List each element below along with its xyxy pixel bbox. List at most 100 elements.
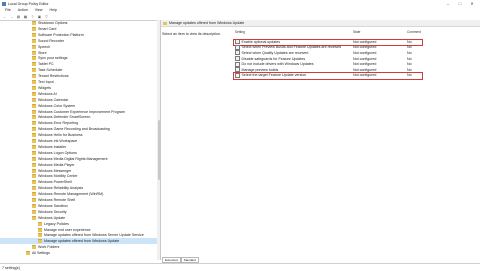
close-icon[interactable]: ✕ (466, 0, 478, 7)
properties-icon[interactable]: ▦ (23, 14, 28, 19)
tree-scrollbar[interactable] (157, 20, 160, 260)
right-pane-title: Manage updates offered from Windows Upda… (169, 21, 245, 25)
folder-icon (32, 186, 36, 191)
folder-icon (163, 21, 167, 25)
tree-item-label: Windows AI (38, 91, 57, 96)
folder-icon (32, 156, 36, 161)
tree-item-label: Windows Remote Shell (38, 198, 76, 202)
folder-icon (32, 209, 36, 214)
comment-cell: No (407, 62, 412, 67)
state-cell: Not configured (353, 50, 377, 55)
tree-item-label: Manage updates offered from Windows Serv… (44, 233, 144, 238)
folder-icon (32, 97, 36, 102)
scrollbar-thumb[interactable] (157, 120, 160, 180)
folder-icon (32, 50, 36, 55)
setting-cell: Do not include drivers with Windows Upda… (233, 61, 351, 67)
show-hide-tree-icon[interactable]: ▤ (16, 14, 21, 19)
right-pane-header: Manage updates offered from Windows Upda… (161, 20, 480, 27)
setting-cell: Select when Quality Updates are received (233, 50, 351, 56)
tree-item-label: Windows Media Digital Rights Management (38, 156, 108, 161)
column-header-setting[interactable]: Setting (235, 30, 245, 34)
policy-setting-icon (235, 50, 240, 56)
tree-item-label: Store (38, 50, 47, 55)
folder-icon (38, 227, 42, 232)
folder-icon (32, 203, 36, 208)
column-header-comment[interactable]: Comment (407, 30, 421, 34)
setting-name: Disable safeguards for Feature Updates (241, 56, 306, 61)
column-header-state[interactable]: State (353, 30, 360, 34)
folder-icon (32, 32, 36, 37)
tree-item-label: Windows Installer (38, 144, 67, 149)
folder-icon (32, 44, 36, 49)
setting-name: Do not include drivers with Windows Upda… (241, 62, 314, 67)
tree-item-label: Tablet PC (38, 62, 54, 67)
folder-icon (32, 26, 36, 31)
tree-item-label: Software Protection Platform (38, 32, 84, 37)
tree-item-label: Text Input (38, 80, 54, 84)
menu-action[interactable]: Action (16, 8, 30, 12)
folder-icon (32, 215, 36, 220)
tree-item[interactable]: All Settings (0, 250, 157, 256)
folder-icon (32, 174, 36, 179)
back-icon[interactable]: ← (2, 14, 7, 19)
folder-icon (32, 85, 36, 90)
policy-setting-icon (235, 61, 240, 67)
tree-item-label: Windows Reliability Analysis (38, 186, 84, 191)
folder-icon (32, 109, 36, 114)
folder-icon (32, 74, 36, 79)
folder-icon (32, 121, 36, 126)
tree-item-label: Windows Messenger (38, 168, 72, 173)
folder-icon (32, 80, 36, 84)
folder-icon (32, 62, 36, 67)
comment-cell: No (407, 56, 412, 61)
setting-cell: Disable safeguards for Feature Updates (233, 56, 351, 62)
tree-item-label: Windows Media Player (38, 162, 75, 167)
status-text: 7 setting(s) (2, 265, 20, 270)
help-icon[interactable]: ? (30, 14, 35, 19)
tree-item-label: Sound Recorder (38, 38, 65, 43)
folder-icon (32, 103, 36, 108)
folder-icon (32, 245, 36, 250)
window-controls: – □ ✕ (442, 0, 478, 7)
folder-icon (32, 21, 36, 25)
tree-item-label: Legacy Policies (44, 221, 69, 226)
title-bar: Local Group Policy Editor – □ ✕ (0, 0, 480, 7)
app-icon (2, 1, 6, 6)
filter-icon[interactable]: ▽ (44, 14, 49, 19)
folder-icon (32, 192, 36, 197)
comment-cell: No (407, 45, 412, 50)
tree-item-label: Sync your settings (38, 56, 68, 61)
setting-cell: Select when Preview Builds and Feature U… (233, 44, 351, 50)
menu-help[interactable]: Help (48, 8, 59, 12)
tree-item-label: Widgets (38, 85, 51, 90)
folder-icon (38, 239, 42, 244)
tree-item-label: Smart Card (38, 26, 57, 31)
folder-icon (32, 150, 36, 155)
maximize-icon[interactable]: □ (454, 0, 466, 7)
tree-item-label: Windows Logon Options (38, 150, 77, 155)
folder-icon (38, 233, 42, 238)
menu-file[interactable]: File (3, 8, 13, 12)
setting-name: Select when Quality Updates are received (241, 50, 309, 55)
folder-icon (32, 127, 36, 132)
comment-cell: No (407, 50, 412, 55)
window-title: Local Group Policy Editor (8, 1, 49, 6)
view-icon[interactable]: ▣ (37, 14, 42, 19)
minimize-icon[interactable]: – (442, 0, 454, 7)
folder-icon (26, 251, 30, 256)
tree-item-label: Windows Sandbox (38, 203, 68, 208)
tree-item-label: Windows Game Recording and Broadcasting (38, 127, 110, 132)
highlight-box (233, 72, 423, 80)
tree-pane: Shutdown Options Smart Card Software Prote… (0, 20, 161, 260)
tree-item-label: Manage updates offered from Windows Upda… (44, 239, 120, 244)
forward-icon[interactable]: → (9, 14, 14, 19)
menu-view[interactable]: View (33, 8, 45, 12)
state-cell: Not configured (353, 56, 377, 61)
view-tabs: Extended Standard (162, 257, 199, 263)
tree-item-label: Windows Remote Management (WinRM) (38, 192, 104, 197)
policy-setting-icon (235, 44, 240, 50)
folder-icon (32, 139, 36, 143)
folder-icon (32, 198, 36, 202)
tree-item-label: Manage end user experience (44, 227, 91, 232)
tree-item-label: Windows PowerShell (38, 180, 72, 185)
